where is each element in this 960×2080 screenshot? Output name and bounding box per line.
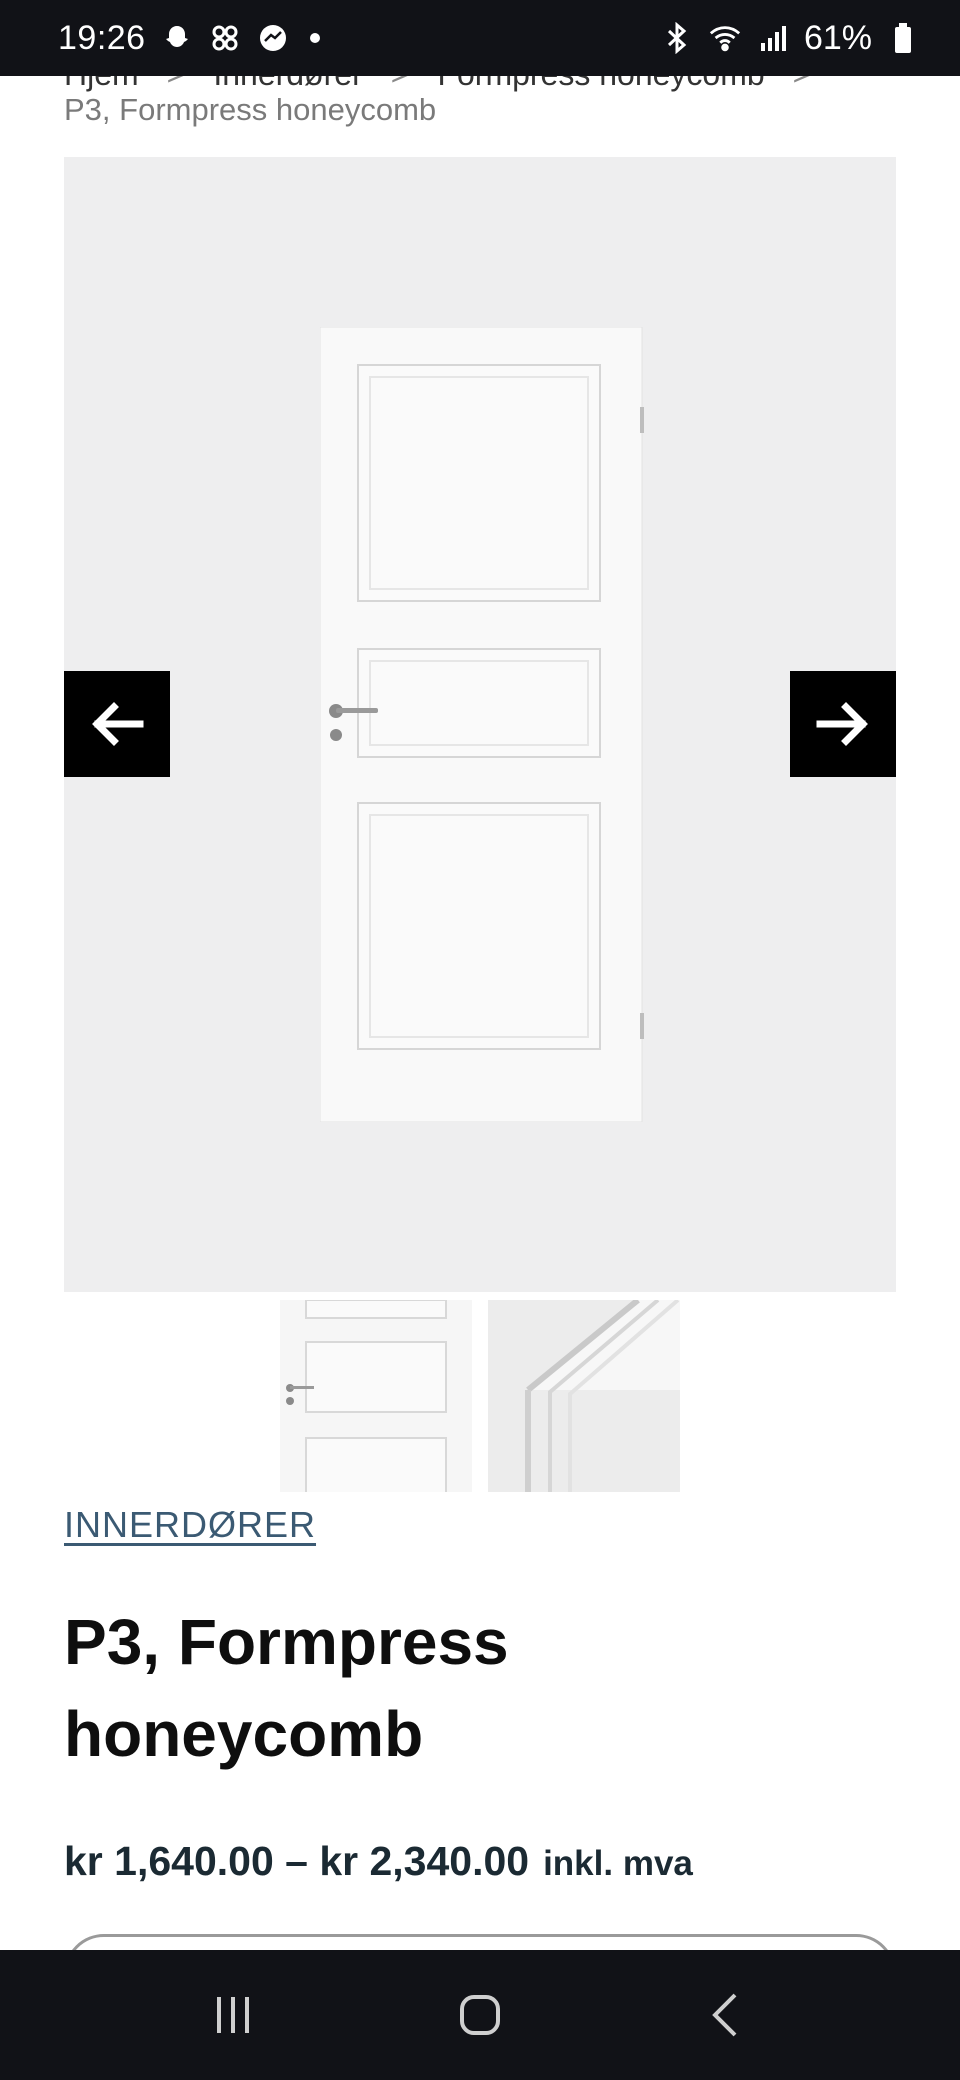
snapchat-icon: [160, 21, 194, 55]
breadcrumb-current: P3, Formpress honeycomb: [64, 92, 437, 127]
gallery-prev-button[interactable]: [64, 671, 170, 777]
product-title-line-2: honeycomb: [64, 1698, 424, 1770]
status-bar: 19:26 61%: [0, 0, 960, 76]
home-button[interactable]: [435, 1970, 525, 2060]
signal-icon: [756, 21, 790, 55]
door-image: [319, 326, 646, 1123]
messenger-icon: [256, 21, 290, 55]
status-time: 19:26: [58, 18, 146, 57]
recent-apps-button[interactable]: [188, 1970, 278, 2060]
thumbnail-detail[interactable]: [488, 1300, 680, 1492]
wifi-icon: [708, 21, 742, 55]
thumbnail-door[interactable]: [280, 1300, 472, 1492]
back-icon: [711, 1993, 737, 2037]
bluetooth-icon: [660, 21, 694, 55]
battery-icon: [886, 21, 920, 55]
product-title-line-1: P3, Formpress: [64, 1606, 509, 1678]
back-button[interactable]: [682, 1970, 772, 2060]
price-suffix: inkl. mva: [543, 1844, 693, 1883]
pinwheel-icon: [208, 21, 242, 55]
product-page: 19:26 61% P3, Formpress honeycomb INNERD…: [0, 0, 960, 2080]
home-icon: [459, 1995, 500, 2035]
thumbnail-strip: [280, 1300, 680, 1492]
product-price: kr 1,640.00 – kr 2,340.00 inkl. mva: [64, 1838, 693, 1885]
product-gallery: [64, 157, 896, 1292]
product-title: P3, Formpress honeycomb: [64, 1596, 824, 1780]
arrow-right-icon: [816, 702, 868, 746]
gallery-next-button[interactable]: [790, 671, 896, 777]
price-range: kr 1,640.00 – kr 2,340.00: [64, 1838, 530, 1884]
arrow-left-icon: [92, 702, 144, 746]
status-right: 61%: [660, 19, 920, 58]
status-left: 19:26: [58, 19, 320, 58]
system-nav-bar: [0, 1950, 960, 2080]
battery-percent: 61%: [803, 18, 872, 57]
recent-apps-icon: [217, 1997, 250, 2033]
dot-icon: [309, 33, 320, 43]
category-link[interactable]: INNERDØRER: [64, 1504, 316, 1546]
